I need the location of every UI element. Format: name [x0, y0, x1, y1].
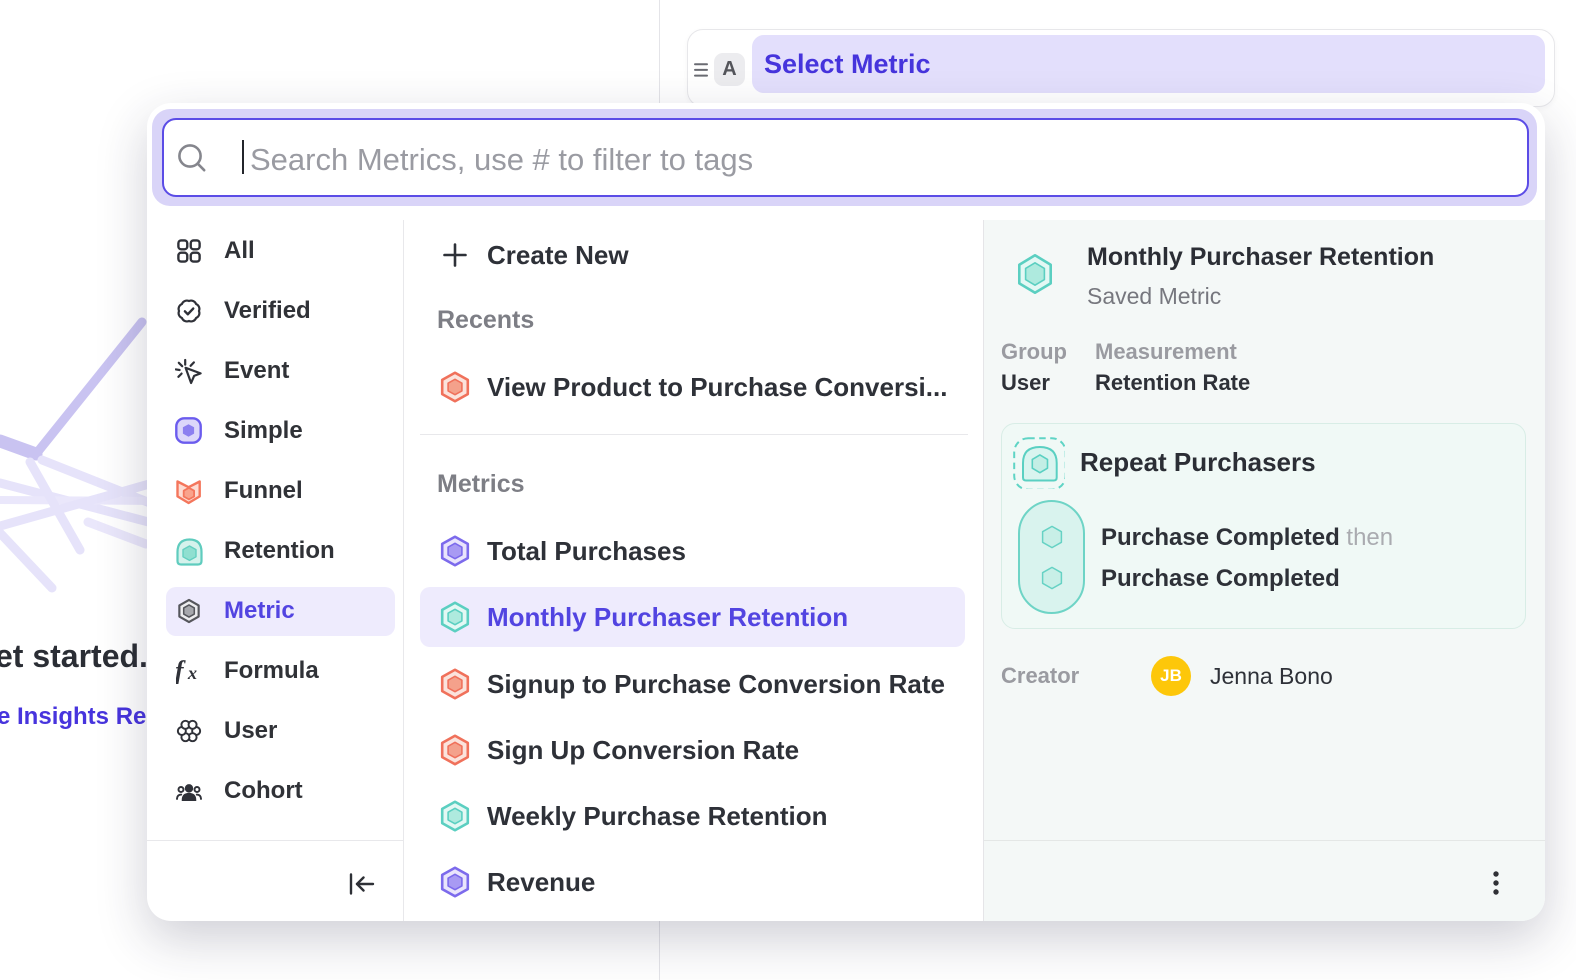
svg-text:x: x	[187, 663, 197, 683]
svg-text:f: f	[176, 658, 186, 684]
